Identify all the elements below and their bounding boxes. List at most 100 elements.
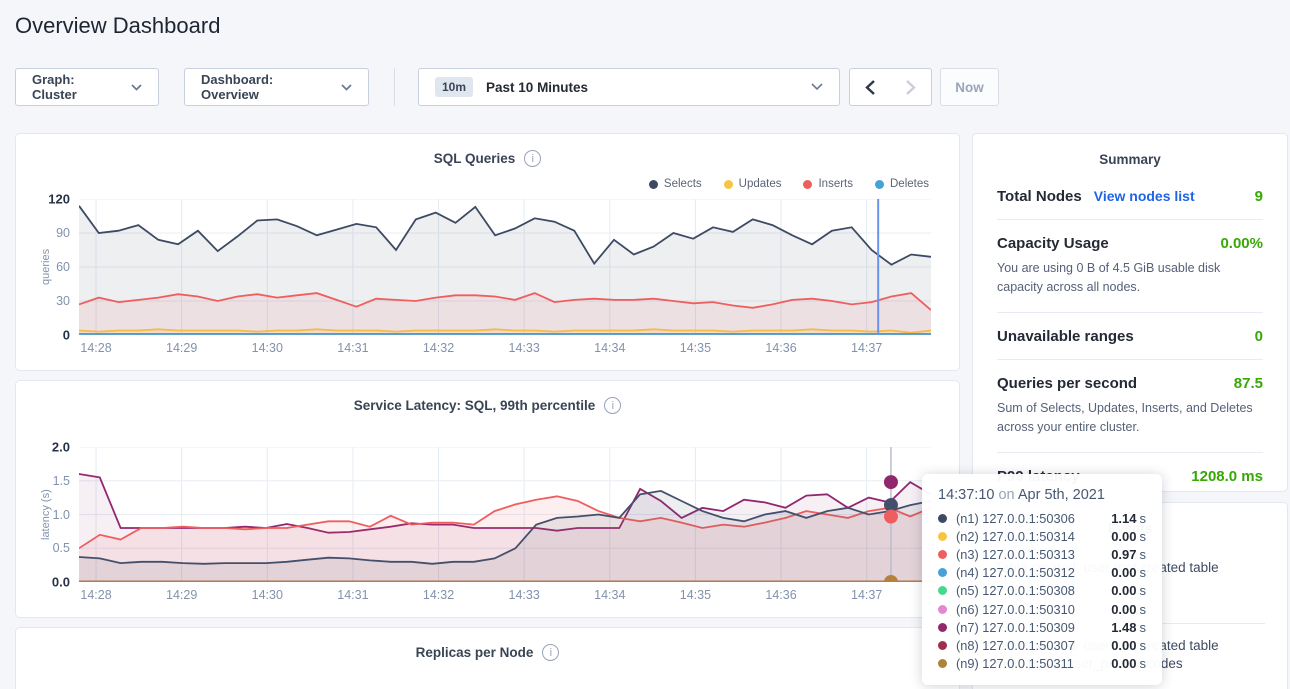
dashboard-dropdown-label: Dashboard: Overview	[201, 72, 330, 102]
x-tick: 14:37	[851, 341, 882, 355]
node-address: (n9) 127.0.0.1:50311	[956, 656, 1074, 671]
node-series-dot-icon	[938, 568, 947, 577]
now-button[interactable]: Now	[940, 68, 999, 106]
latency-unit: s	[1140, 529, 1147, 544]
info-icon[interactable]	[604, 397, 621, 414]
latency-unit: s	[1140, 547, 1147, 562]
chevron-down-icon	[341, 84, 352, 91]
summary-row-unavailable-ranges: Unavailable ranges 0	[997, 313, 1263, 360]
info-icon[interactable]	[542, 644, 559, 661]
x-tick: 14:34	[594, 341, 625, 355]
service-latency-plot[interactable]	[79, 447, 931, 582]
legend-item-selects[interactable]: Selects	[649, 178, 702, 190]
legend-label: Updates	[739, 178, 782, 190]
node-address: (n4) 127.0.0.1:50312	[956, 565, 1075, 580]
node-latency-value: 0.00s	[1111, 602, 1146, 617]
info-icon[interactable]	[524, 150, 541, 167]
y-tick: 0.0	[52, 575, 70, 590]
dashboard-dropdown[interactable]: Dashboard: Overview	[184, 68, 369, 106]
chevron-right-icon	[905, 79, 916, 96]
tooltip-node-row: (n6) 127.0.0.1:50310 0.00s	[938, 600, 1146, 618]
legend-dot-icon	[724, 180, 733, 189]
x-tick: 14:32	[423, 588, 454, 602]
summary-value: 0.00%	[1220, 235, 1263, 252]
summary-label: Unavailable ranges	[997, 328, 1134, 345]
x-tick: 14:31	[337, 341, 368, 355]
legend-dot-icon	[875, 180, 884, 189]
legend-label: Deletes	[890, 178, 929, 190]
node-latency-value: 0.00s	[1111, 583, 1146, 598]
toolbar-divider	[394, 68, 395, 106]
x-tick: 14:34	[594, 588, 625, 602]
page-title: Overview Dashboard	[15, 13, 220, 39]
node-latency-value: 0.00s	[1111, 529, 1146, 544]
summary-description: Sum of Selects, Updates, Inserts, and De…	[997, 399, 1263, 438]
node-series-dot-icon	[938, 641, 947, 650]
graph-dropdown[interactable]: Graph: Cluster	[15, 68, 159, 106]
summary-value: 1208.0 ms	[1191, 468, 1263, 485]
x-tick: 14:30	[252, 341, 283, 355]
sql-queries-chart-card: SQL Queries Selects Updates Inserts Deletes…	[15, 133, 960, 371]
node-series-dot-icon	[938, 532, 947, 541]
time-prev-button[interactable]	[849, 68, 891, 106]
node-series-dot-icon	[938, 514, 947, 523]
legend-item-updates[interactable]: Updates	[724, 178, 782, 190]
tooltip-timestamp: 14:37:10 on Apr 5th, 2021	[938, 487, 1146, 503]
tooltip-node-row: (n1) 127.0.0.1:50306 1.14s	[938, 509, 1146, 527]
chart-title: Replicas per Node	[416, 645, 534, 660]
summary-value: 0	[1255, 328, 1263, 345]
latency-unit: s	[1140, 583, 1147, 598]
x-tick: 14:28	[80, 341, 111, 355]
time-range-selector[interactable]: 10m Past 10 Minutes	[418, 68, 840, 106]
node-latency-value: 0.00s	[1111, 638, 1146, 653]
x-axis-labels: 14:2814:2914:3014:3114:3214:3314:3414:35…	[79, 337, 931, 357]
x-tick: 14:35	[680, 588, 711, 602]
y-axis-ticks: 1209060300	[36, 199, 74, 335]
node-latency-value: 1.14s	[1111, 511, 1146, 526]
node-latency-value: 0.97s	[1111, 547, 1146, 562]
node-series-dot-icon	[938, 659, 947, 668]
node-series-dot-icon	[938, 550, 947, 559]
time-next-button[interactable]	[890, 68, 932, 106]
node-latency-value: 0.00s	[1111, 656, 1146, 671]
x-tick: 14:33	[509, 588, 540, 602]
time-range-label: Past 10 Minutes	[486, 80, 811, 95]
summary-value: 87.5	[1234, 375, 1263, 392]
tooltip-node-row: (n3) 127.0.0.1:503130.97s	[938, 545, 1146, 563]
node-series-dot-icon	[938, 605, 947, 614]
x-tick: 14:33	[509, 341, 540, 355]
latency-unit: s	[1140, 511, 1147, 526]
tooltip-node-row: (n5) 127.0.0.1:503080.00s	[938, 582, 1146, 600]
toolbar: Graph: Cluster Dashboard: Overview 10m P…	[0, 68, 1290, 106]
legend-dot-icon	[803, 180, 812, 189]
tooltip-node-row: (n2) 127.0.0.1:503140.00s	[938, 527, 1146, 545]
node-series-dot-icon	[938, 586, 947, 595]
y-tick: 1.0	[53, 508, 70, 522]
x-tick: 14:31	[337, 588, 368, 602]
sql-queries-plot[interactable]	[79, 199, 931, 335]
node-address: (n6) 127.0.0.1:50310	[956, 602, 1075, 617]
legend-label: Inserts	[818, 178, 853, 190]
time-range-badge: 10m	[435, 77, 473, 97]
view-nodes-list-link[interactable]: View nodes list	[1094, 188, 1195, 204]
y-tick: 0.5	[53, 541, 70, 555]
y-tick: 90	[56, 226, 70, 240]
node-latency-value: 1.48s	[1111, 620, 1146, 635]
summary-label: Capacity Usage	[997, 235, 1109, 252]
legend-item-inserts[interactable]: Inserts	[803, 178, 853, 190]
node-address: (n1) 127.0.0.1:50306	[956, 511, 1075, 526]
node-address: (n7) 127.0.0.1:50309	[956, 620, 1075, 635]
chart-title: SQL Queries	[434, 151, 516, 166]
latency-unit: s	[1140, 638, 1147, 653]
y-tick: 0	[63, 328, 70, 343]
summary-heading: Summary	[973, 152, 1287, 167]
legend-label: Selects	[664, 178, 702, 190]
summary-label: Total Nodes	[997, 188, 1082, 205]
tooltip-node-row: (n4) 127.0.0.1:503120.00s	[938, 564, 1146, 582]
x-tick: 14:37	[851, 588, 882, 602]
x-tick: 14:36	[765, 588, 796, 602]
tooltip-node-row: (n9) 127.0.0.1:50311 0.00s	[938, 655, 1146, 673]
chevron-down-icon	[131, 84, 142, 91]
replicas-per-node-chart-card: Replicas per Node	[15, 627, 960, 689]
legend-item-deletes[interactable]: Deletes	[875, 178, 929, 190]
